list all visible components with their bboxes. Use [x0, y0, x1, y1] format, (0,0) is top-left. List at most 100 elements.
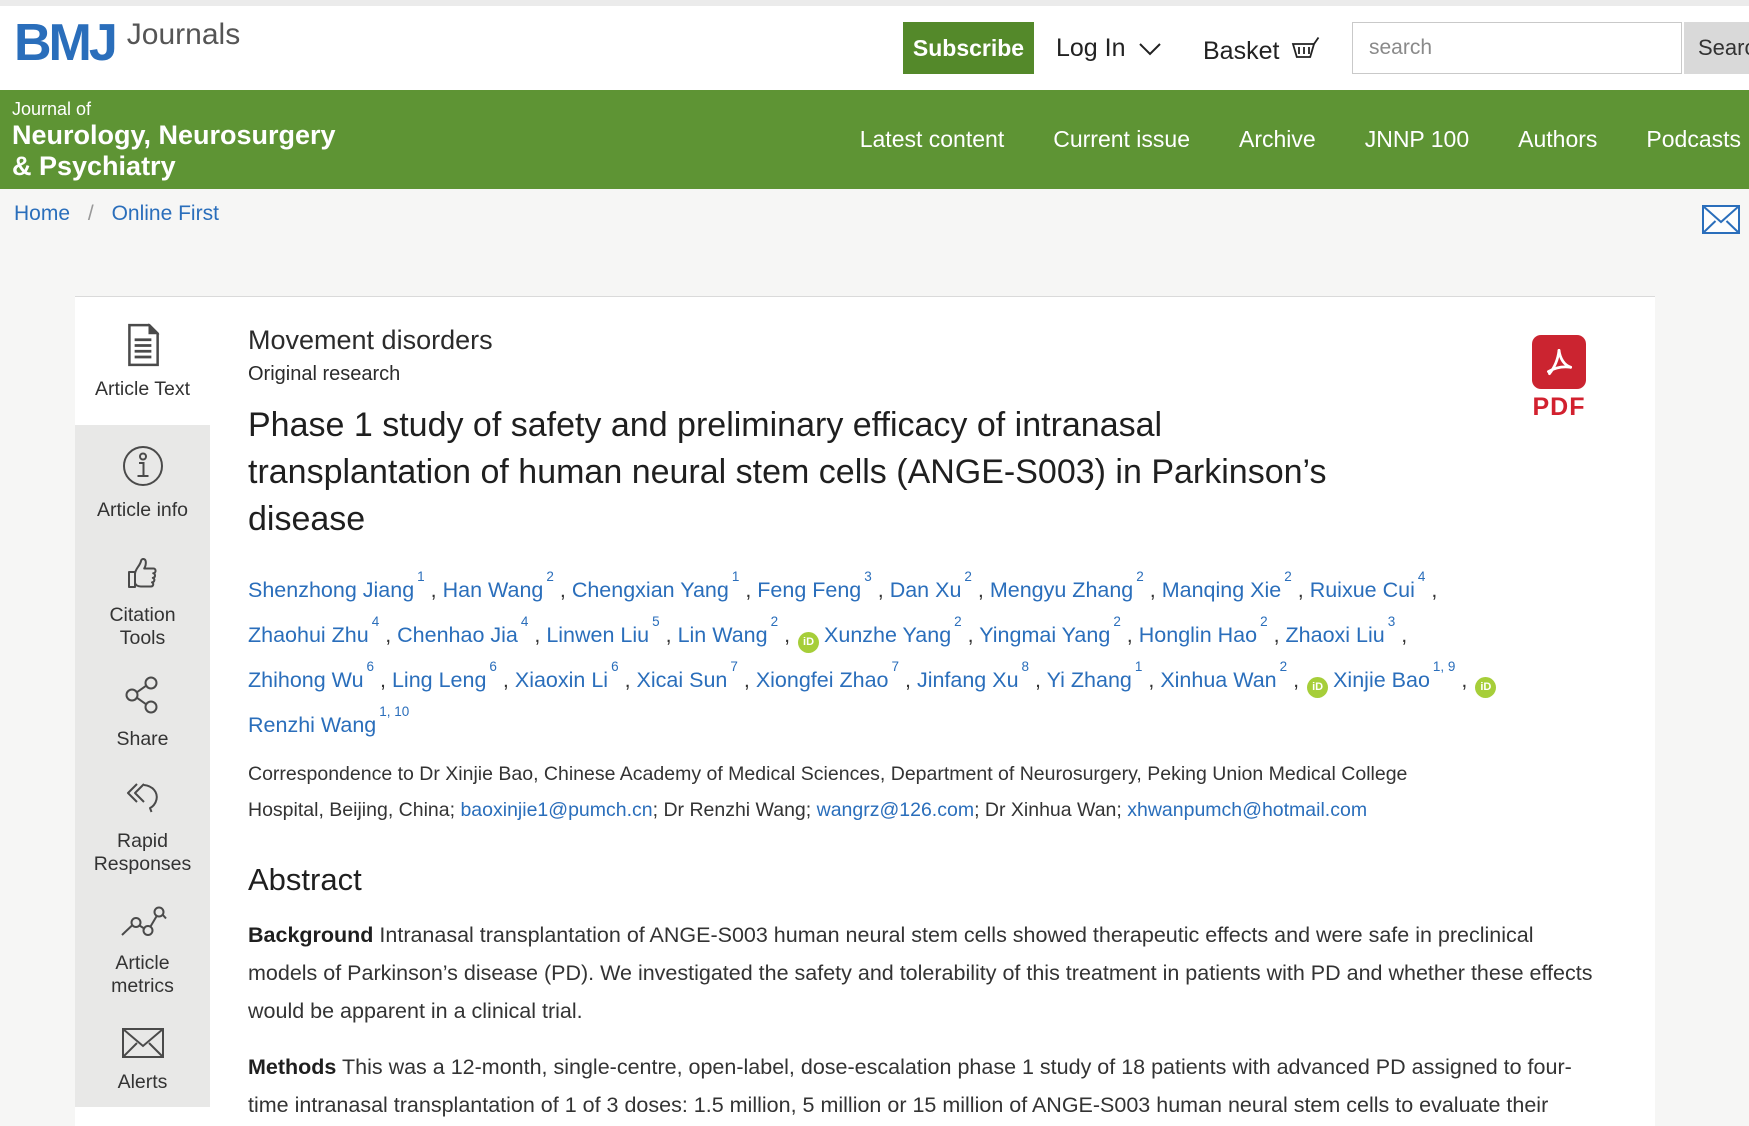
- sidebar-item-label: Article info: [87, 499, 199, 522]
- abstract-paragraph-label: Methods: [248, 1055, 336, 1079]
- bmj-logo[interactable]: BMJ Journals: [14, 14, 240, 72]
- sidebar-item-label: Rapid Responses: [87, 830, 199, 876]
- correspondence-email-link[interactable]: baoxinjie1@pumch.cn: [460, 799, 652, 821]
- reply-icon: [119, 776, 167, 825]
- journals-logo-text: Journals: [127, 18, 240, 52]
- site-header: BMJ Journals Subscribe Log In Basket Sea…: [0, 6, 1749, 90]
- author-link[interactable]: Jinfang Xu: [917, 668, 1019, 692]
- article-card: Article TextArticle infoCitation ToolsSh…: [75, 296, 1655, 1126]
- download-pdf-button[interactable]: PDF: [1523, 335, 1595, 422]
- author-link[interactable]: Manqing Xie: [1162, 578, 1282, 602]
- author-separator: ,: [1142, 668, 1160, 692]
- author-affiliation-sup: 6: [611, 659, 619, 674]
- nav-link-latest-content[interactable]: Latest content: [860, 126, 1005, 153]
- orcid-icon[interactable]: iD: [1307, 677, 1328, 698]
- article-section-heading: Movement disorders: [248, 323, 1603, 357]
- author-separator: ,: [1395, 623, 1407, 647]
- author-link[interactable]: Zhihong Wu: [248, 668, 364, 692]
- author-separator: ,: [660, 623, 678, 647]
- nav-link-jnnp-100[interactable]: JNNP 100: [1365, 126, 1469, 153]
- author-link[interactable]: Renzhi Wang: [248, 714, 376, 738]
- author-link[interactable]: Yi Zhang: [1047, 668, 1132, 692]
- author-link[interactable]: Ling Leng: [392, 668, 486, 692]
- journal-title-line1: Neurology, Neurosurgery: [12, 120, 336, 151]
- author-link[interactable]: Xinhua Wan: [1160, 668, 1276, 692]
- author-link[interactable]: Xiaoxin Li: [515, 668, 608, 692]
- author-link[interactable]: Dan Xu: [890, 578, 962, 602]
- sidebar-item-article-info[interactable]: Article info: [75, 425, 210, 539]
- correspondence-email-link[interactable]: xhwanpumch@hotmail.com: [1127, 799, 1367, 821]
- nav-link-authors[interactable]: Authors: [1518, 126, 1597, 153]
- author-separator: ,: [379, 623, 397, 647]
- search-button[interactable]: Search: [1684, 22, 1749, 74]
- author-separator: ,: [1144, 578, 1162, 602]
- subscribe-button[interactable]: Subscribe: [903, 22, 1034, 74]
- sidebar-item-label: Alerts: [87, 1071, 199, 1094]
- sidebar-item-label: Article metrics: [87, 952, 199, 998]
- basket-button[interactable]: Basket: [1203, 34, 1321, 69]
- nav-link-archive[interactable]: Archive: [1239, 126, 1316, 153]
- author-separator: ,: [1268, 623, 1286, 647]
- journal-title-line2: & Psychiatry: [12, 151, 336, 182]
- journal-home-link[interactable]: Journal of Neurology, Neurosurgery & Psy…: [12, 99, 336, 182]
- sidebar-item-alerts[interactable]: Alerts: [75, 1011, 210, 1107]
- journal-kicker: Journal of: [12, 99, 336, 120]
- envelope-icon: [119, 1025, 167, 1066]
- author-affiliation-sup: 3: [864, 569, 872, 584]
- journal-banner: Journal of Neurology, Neurosurgery & Psy…: [0, 90, 1749, 189]
- author-separator: ,: [1292, 578, 1310, 602]
- orcid-icon[interactable]: iD: [1475, 677, 1496, 698]
- sidebar-item-citation-tools[interactable]: Citation Tools: [75, 539, 210, 659]
- author-link[interactable]: Chenhao Jia: [397, 623, 518, 647]
- correspondence-text: ; Dr Xinhua Wan;: [974, 799, 1127, 821]
- author-separator: ,: [778, 623, 796, 647]
- author-affiliation-sup: 1, 10: [379, 704, 409, 719]
- author-affiliation-sup: 3: [1388, 614, 1396, 629]
- author-separator: ,: [738, 668, 756, 692]
- author-link[interactable]: Han Wang: [443, 578, 544, 602]
- pdf-icon: [1532, 335, 1586, 389]
- author-affiliation-sup: 2: [954, 614, 962, 629]
- author-link[interactable]: Linwen Liu: [546, 623, 649, 647]
- author-affiliation-sup: 2: [771, 614, 779, 629]
- author-link[interactable]: Lin Wang: [678, 623, 768, 647]
- sidebar-item-article-metrics[interactable]: Article metrics: [75, 889, 210, 1011]
- author-link[interactable]: Feng Feng: [757, 578, 861, 602]
- document-icon: [122, 322, 164, 373]
- author-link[interactable]: Zhaohui Zhu: [248, 623, 369, 647]
- email-page-icon[interactable]: [1701, 204, 1741, 240]
- author-link[interactable]: Chengxian Yang: [572, 578, 729, 602]
- author-affiliation-sup: 1, 9: [1433, 659, 1456, 674]
- bmj-logo-text: BMJ: [14, 14, 115, 72]
- abstract-heading: Abstract: [248, 862, 1603, 898]
- login-button[interactable]: Log In: [1056, 34, 1162, 63]
- author-link[interactable]: Zhaoxi Liu: [1286, 623, 1385, 647]
- author-link[interactable]: Mengyu Zhang: [990, 578, 1133, 602]
- author-link[interactable]: Honglin Hao: [1139, 623, 1257, 647]
- breadcrumb-online-first-link[interactable]: Online First: [112, 202, 219, 225]
- author-link[interactable]: Ruixue Cui: [1310, 578, 1415, 602]
- nav-link-podcasts[interactable]: Podcasts: [1646, 126, 1741, 153]
- search-input[interactable]: [1352, 22, 1682, 74]
- abstract-paragraph-label: Background: [248, 923, 373, 947]
- article-content: Movement disorders Original research Pha…: [248, 297, 1603, 1126]
- abstract-paragraph-background: Background Intranasal transplantation of…: [248, 916, 1600, 1030]
- sidebar-item-share[interactable]: Share: [75, 659, 210, 763]
- author-link[interactable]: Xinjie Bao: [1333, 668, 1430, 692]
- author-separator: ,: [425, 578, 443, 602]
- author-link[interactable]: Xunzhe Yang: [824, 623, 951, 647]
- author-link[interactable]: Xiongfei Zhao: [756, 668, 889, 692]
- author-affiliation-sup: 2: [964, 569, 972, 584]
- breadcrumb-home-link[interactable]: Home: [14, 202, 70, 225]
- sidebar-item-article-text[interactable]: Article Text: [75, 297, 210, 425]
- author-link[interactable]: Shenzhong Jiang: [248, 578, 414, 602]
- correspondence-email-link[interactable]: wangrz@126.com: [817, 799, 974, 821]
- nav-link-current-issue[interactable]: Current issue: [1053, 126, 1190, 153]
- metrics-icon: [119, 902, 167, 947]
- correspondence-text: ; Dr Renzhi Wang;: [653, 799, 817, 821]
- author-separator: ,: [554, 578, 572, 602]
- orcid-icon[interactable]: iD: [798, 632, 819, 653]
- author-link[interactable]: Xicai Sun: [637, 668, 728, 692]
- sidebar-item-rapid-responses[interactable]: Rapid Responses: [75, 763, 210, 889]
- author-link[interactable]: Yingmai Yang: [979, 623, 1110, 647]
